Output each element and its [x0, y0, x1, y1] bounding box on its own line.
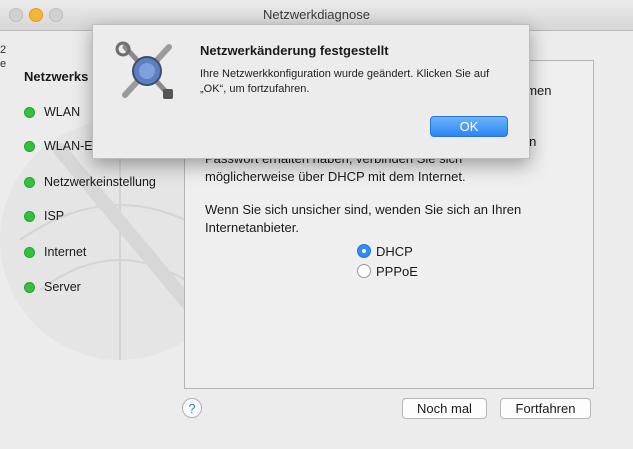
- step-label: Netzwerkeinstellung: [44, 175, 156, 189]
- step-label: ISP: [44, 209, 65, 223]
- radio-dhcp[interactable]: DHCP: [357, 242, 413, 260]
- help-button[interactable]: ?: [182, 398, 202, 418]
- radio-label[interactable]: PPPoE: [376, 264, 418, 279]
- step-wlan: WLAN: [24, 103, 80, 121]
- step-netzwerkeinstellung: Netzwerkeinstellung: [24, 173, 156, 191]
- step-wlan-ei: WLAN-Ei: [24, 137, 95, 155]
- step-server: Server: [24, 278, 81, 296]
- step-internet: Internet: [24, 243, 86, 261]
- continue-button[interactable]: Fortfahren: [500, 398, 591, 419]
- status-green-dot-icon: [24, 246, 35, 258]
- window-title: Netzwerkdiagnose: [263, 7, 370, 22]
- step-label: WLAN-Ei: [44, 139, 96, 153]
- retry-button[interactable]: Noch mal: [402, 398, 487, 419]
- network-utility-icon: [115, 41, 173, 99]
- radio-pppoe[interactable]: PPPoE: [357, 262, 418, 280]
- instruction-text: Wenn Sie sich unsicher sind, wenden Sie …: [205, 202, 522, 235]
- step-label: Server: [44, 280, 81, 294]
- status-green-dot-icon: [24, 106, 35, 118]
- ok-button[interactable]: OK: [430, 116, 508, 137]
- radio-unselected-icon[interactable]: [357, 264, 371, 278]
- status-green-dot-icon: [24, 176, 35, 188]
- main-window: Netzwerkdiagnose 2 e Netzwerks WLAN WLAN…: [0, 0, 633, 449]
- dialog-message: Ihre Netzwerkkonfiguration wurde geänder…: [200, 68, 490, 95]
- sidebar-edge-text: 2: [0, 44, 7, 56]
- status-green-dot-icon: [24, 281, 35, 293]
- step-label: WLAN: [44, 105, 81, 119]
- network-change-dialog: Netzwerkänderung festgestellt Ihre Netzw…: [92, 24, 530, 159]
- radio-selected-icon[interactable]: [357, 244, 371, 258]
- step-label: Internet: [44, 245, 87, 259]
- sidebar-edge-text: e: [0, 58, 7, 70]
- step-isp: ISP: [24, 207, 64, 225]
- dialog-title: Netzwerkänderung festgestellt: [200, 43, 389, 58]
- radio-label[interactable]: DHCP: [376, 244, 413, 259]
- sidebar-heading: Netzwerks: [24, 69, 89, 84]
- status-green-dot-icon: [24, 210, 35, 222]
- status-green-dot-icon: [24, 140, 35, 152]
